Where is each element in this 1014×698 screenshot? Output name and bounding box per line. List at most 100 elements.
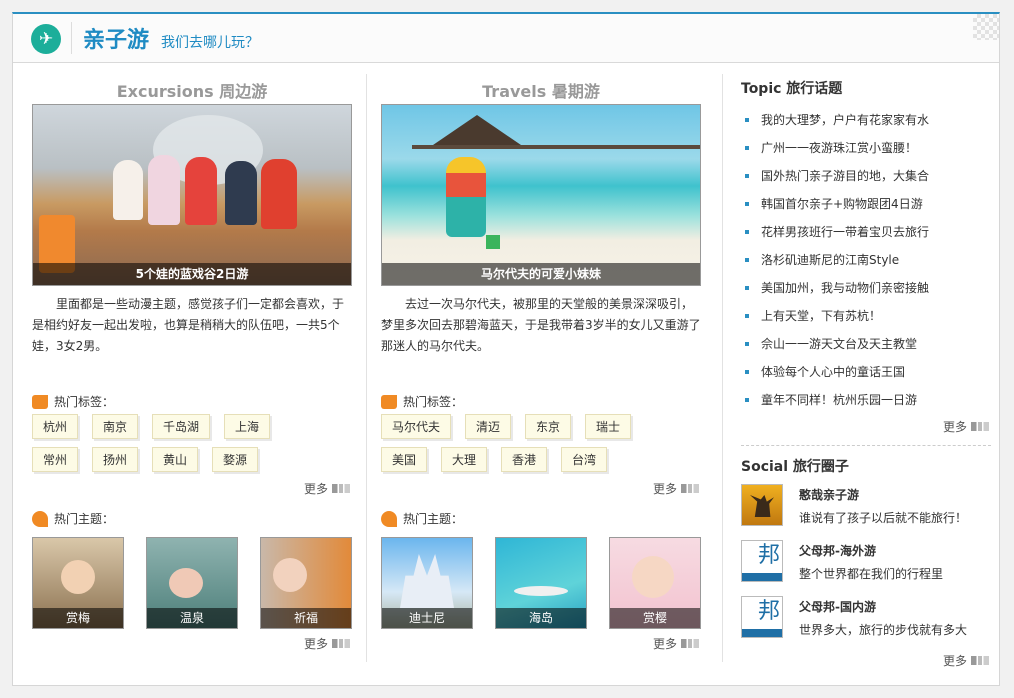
- topic-item[interactable]: 广州一一夜游珠江赏小蛮腰！: [741, 134, 991, 162]
- header-divider: [71, 22, 72, 54]
- social-more-link[interactable]: 更多: [741, 652, 991, 669]
- bucket-figure: [486, 235, 500, 249]
- social-item[interactable]: 邦 父母邦-国内游 世界多大，旅行的步伐就有多大: [741, 596, 991, 652]
- column-divider: [722, 74, 723, 662]
- hut-roof: [433, 115, 521, 145]
- tag-nanjing[interactable]: 南京: [92, 414, 139, 439]
- social-item[interactable]: 邦 父母邦-海外游 整个世界都在我们的行程里: [741, 540, 991, 596]
- topic-icon: [381, 511, 397, 527]
- travels-description: 去过一次马尔代夫，被那里的天堂般的美景深深吸引，梦里多次回去那碧海蓝天，于是我带…: [381, 297, 701, 353]
- tag-wuyuan[interactable]: 婺源: [212, 447, 259, 472]
- more-arrow-icon: [332, 639, 350, 648]
- topic-item[interactable]: 韩国首尔亲子+购物跟团4日游: [741, 190, 991, 218]
- topic-item[interactable]: 佘山一一游天文台及天主教堂: [741, 330, 991, 358]
- tag-icon: [32, 395, 48, 409]
- social-name[interactable]: 憨哉亲子游: [799, 486, 967, 503]
- excursions-topics-label: 热门主题：: [32, 507, 352, 531]
- tag-dali[interactable]: 大理: [441, 447, 488, 472]
- topic-caption: 祈福: [261, 608, 351, 628]
- topics-label-text: 热门主题：: [403, 512, 464, 526]
- right-column: Topic 旅行话题 我的大理梦，户户有花家家有水 广州一一夜游珠江赏小蛮腰！ …: [741, 74, 991, 669]
- castle-figure: [400, 554, 454, 608]
- avatar[interactable]: [741, 484, 783, 526]
- more-text: 更多: [942, 654, 967, 668]
- tag-qiandaohu[interactable]: 千岛湖: [152, 414, 211, 439]
- topic-more-link[interactable]: 更多: [741, 418, 991, 435]
- tag-tokyo[interactable]: 东京: [525, 414, 572, 439]
- topic-title[interactable]: Topic 旅行话题: [741, 78, 991, 106]
- silhouette-figure: [750, 495, 774, 517]
- tag-hongkong[interactable]: 香港: [501, 447, 548, 472]
- travels-photo-caption: 马尔代夫的可爱小妹妹: [382, 263, 700, 285]
- social-title[interactable]: Social 旅行圈子: [741, 456, 991, 484]
- tag-shanghai[interactable]: 上海: [224, 414, 271, 439]
- tag-hangzhou[interactable]: 杭州: [32, 414, 79, 439]
- tag-chiangmai[interactable]: 清迈: [465, 414, 512, 439]
- column-divider: [366, 74, 367, 662]
- topic-caption: 海岛: [496, 608, 586, 628]
- travels-tags-more-link[interactable]: 更多: [381, 480, 701, 497]
- more-text: 更多: [652, 637, 677, 651]
- topic-item[interactable]: 我的大理梦，户户有花家家有水: [741, 106, 991, 134]
- travels-tag-list: 马尔代夫 清迈 东京 瑞士 美国 大理 香港 台湾: [381, 414, 691, 480]
- more-text: 更多: [303, 482, 328, 496]
- topic-item[interactable]: 上有天堂，下有苏杭！: [741, 302, 991, 330]
- travels-topic-thumbs: 迪士尼 海岛 赏樱: [381, 537, 701, 629]
- topic-thumb-cherry[interactable]: 赏樱: [609, 537, 701, 629]
- travels-title[interactable]: Travels 暑期游: [381, 78, 701, 104]
- social-name[interactable]: 父母邦-国内游: [799, 598, 967, 615]
- avatar[interactable]: 邦: [741, 540, 783, 582]
- tag-usa[interactable]: 美国: [381, 447, 428, 472]
- social-item[interactable]: 憨哉亲子游 谁说有了孩子以后就不能旅行！: [741, 484, 991, 540]
- topic-thumb-island[interactable]: 海岛: [495, 537, 587, 629]
- topic-item[interactable]: 体验每个人心中的童话王国: [741, 358, 991, 386]
- avatar[interactable]: 邦: [741, 596, 783, 638]
- topic-thumb-plum[interactable]: 赏梅: [32, 537, 124, 629]
- topic-list: 我的大理梦，户户有花家家有水 广州一一夜游珠江赏小蛮腰！ 国外热门亲子游目的地，…: [741, 106, 991, 414]
- more-text: 更多: [652, 482, 677, 496]
- travels-topics-label: 热门主题：: [381, 507, 701, 531]
- excursions-tags-label: 热门标签：: [32, 390, 352, 414]
- tag-icon: [381, 395, 397, 409]
- excursions-topics-more-link[interactable]: 更多: [32, 635, 352, 652]
- avatar-text: 邦: [757, 599, 780, 624]
- tag-maldives[interactable]: 马尔代夫: [381, 414, 452, 439]
- child-face: [169, 568, 203, 598]
- excursions-photo[interactable]: 5个娃的蓝戏谷2日游: [32, 104, 352, 286]
- topic-caption: 赏梅: [33, 608, 123, 628]
- child-figure: [148, 155, 180, 225]
- topic-thumb-disney[interactable]: 迪士尼: [381, 537, 473, 629]
- excursions-description: 里面都是一些动漫主题，感觉孩子们一定都会喜欢，于是相约好友一起出发啦，也算是稍稍…: [32, 297, 345, 353]
- tags-label-text: 热门标签：: [403, 395, 464, 409]
- travels-photo[interactable]: 马尔代夫的可爱小妹妹: [381, 104, 701, 286]
- social-name[interactable]: 父母邦-海外游: [799, 542, 943, 559]
- topic-item[interactable]: 童年不同样！杭州乐园一日游: [741, 386, 991, 414]
- tag-switzerland[interactable]: 瑞士: [585, 414, 632, 439]
- tag-taiwan[interactable]: 台湾: [561, 447, 608, 472]
- girl-figure: [446, 157, 486, 237]
- more-arrow-icon: [971, 422, 989, 431]
- topics-label-text: 热门主题：: [54, 512, 115, 526]
- tag-changzhou[interactable]: 常州: [32, 447, 79, 472]
- more-text: 更多: [303, 637, 328, 651]
- topic-item[interactable]: 花样男孩班行一带着宝贝去旅行: [741, 218, 991, 246]
- excursions-tags-more-link[interactable]: 更多: [32, 480, 352, 497]
- tags-label-text: 热门标签：: [54, 395, 115, 409]
- tag-yangzhou[interactable]: 扬州: [92, 447, 139, 472]
- excursions-title[interactable]: Excursions 周边游: [32, 78, 352, 104]
- topic-item[interactable]: 洛杉矶迪斯尼的江南Style: [741, 246, 991, 274]
- page-title[interactable]: 亲子游: [83, 22, 149, 54]
- more-arrow-icon: [332, 484, 350, 493]
- topic-thumb-hotspring[interactable]: 温泉: [146, 537, 238, 629]
- child-figure: [113, 160, 143, 220]
- topic-caption: 温泉: [147, 608, 237, 628]
- child-face: [632, 556, 674, 598]
- tag-huangshan[interactable]: 黄山: [152, 447, 199, 472]
- topic-item[interactable]: 美国加州，我与动物们亲密接触: [741, 274, 991, 302]
- more-arrow-icon: [681, 639, 699, 648]
- topic-thumb-blessing[interactable]: 祈福: [260, 537, 352, 629]
- pier: [412, 145, 700, 149]
- avatar-text: 邦: [757, 543, 780, 568]
- topic-item[interactable]: 国外热门亲子游目的地，大集合: [741, 162, 991, 190]
- travels-topics-more-link[interactable]: 更多: [381, 635, 701, 652]
